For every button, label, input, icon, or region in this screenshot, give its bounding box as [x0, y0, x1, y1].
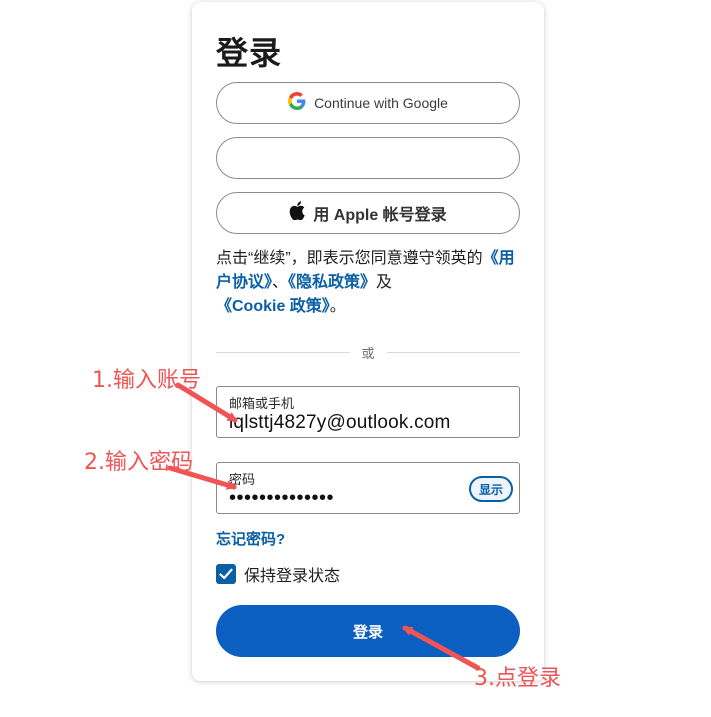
sign-in-button[interactable]: 登录: [216, 605, 520, 657]
email-field-label: 邮箱或手机: [229, 396, 295, 411]
google-logo-icon: [288, 92, 306, 114]
show-password-button[interactable]: 显示: [468, 476, 513, 502]
check-icon: [219, 568, 233, 580]
keep-signed-in-checkbox[interactable]: [216, 564, 236, 584]
password-field-value[interactable]: ••••••••••••••: [229, 487, 334, 510]
terms-and: 及: [376, 274, 393, 291]
apple-button-label: 用 Apple 帐号登录: [313, 207, 447, 224]
forgot-password-link[interactable]: 忘记密码?: [216, 528, 285, 549]
apple-logo-icon: [289, 201, 306, 225]
terms-text: 点击“继续”，即表示您同意遵守领英的《用户协议》、《隐私政策》及 《Cookie …: [216, 247, 516, 319]
sso-button-blank[interactable]: [216, 137, 520, 179]
sign-in-with-apple-button[interactable]: 用 Apple 帐号登录: [216, 192, 520, 234]
continue-with-google-button[interactable]: Continue with Google: [216, 82, 520, 124]
page-title: 登录: [216, 35, 283, 71]
divider-text: 或: [361, 345, 375, 361]
cookie-policy-link[interactable]: 《Cookie 政策》: [216, 298, 330, 315]
password-field-label: 密码: [229, 472, 256, 487]
email-field-value[interactable]: iqlsttj4827y@outlook.com: [229, 412, 451, 434]
privacy-policy-link[interactable]: 《隐私政策》: [288, 274, 376, 291]
password-field[interactable]: 密码 •••••••••••••• 显示: [216, 462, 520, 514]
email-field[interactable]: 邮箱或手机 iqlsttj4827y@outlook.com: [216, 386, 520, 438]
terms-end: 。: [329, 298, 346, 315]
annotation-step3: 3.点登录: [474, 666, 561, 691]
login-card: 登录 Continue with Google 用 Apple 帐号登录 点击“…: [192, 2, 544, 681]
divider-line-right: [386, 351, 521, 353]
keep-signed-in[interactable]: 保持登录状态: [216, 562, 340, 586]
annotation-step2: 2.输入密码: [84, 450, 193, 475]
annotation-step1: 1.输入账号: [92, 368, 201, 393]
or-divider: 或: [216, 342, 521, 362]
google-button-label: Continue with Google: [314, 95, 448, 111]
terms-prefix: 点击“继续”，即表示您同意遵守领英的: [216, 250, 483, 267]
keep-signed-in-label: 保持登录状态: [244, 568, 341, 585]
divider-line-left: [216, 351, 350, 353]
terms-separator: 、: [272, 274, 289, 291]
